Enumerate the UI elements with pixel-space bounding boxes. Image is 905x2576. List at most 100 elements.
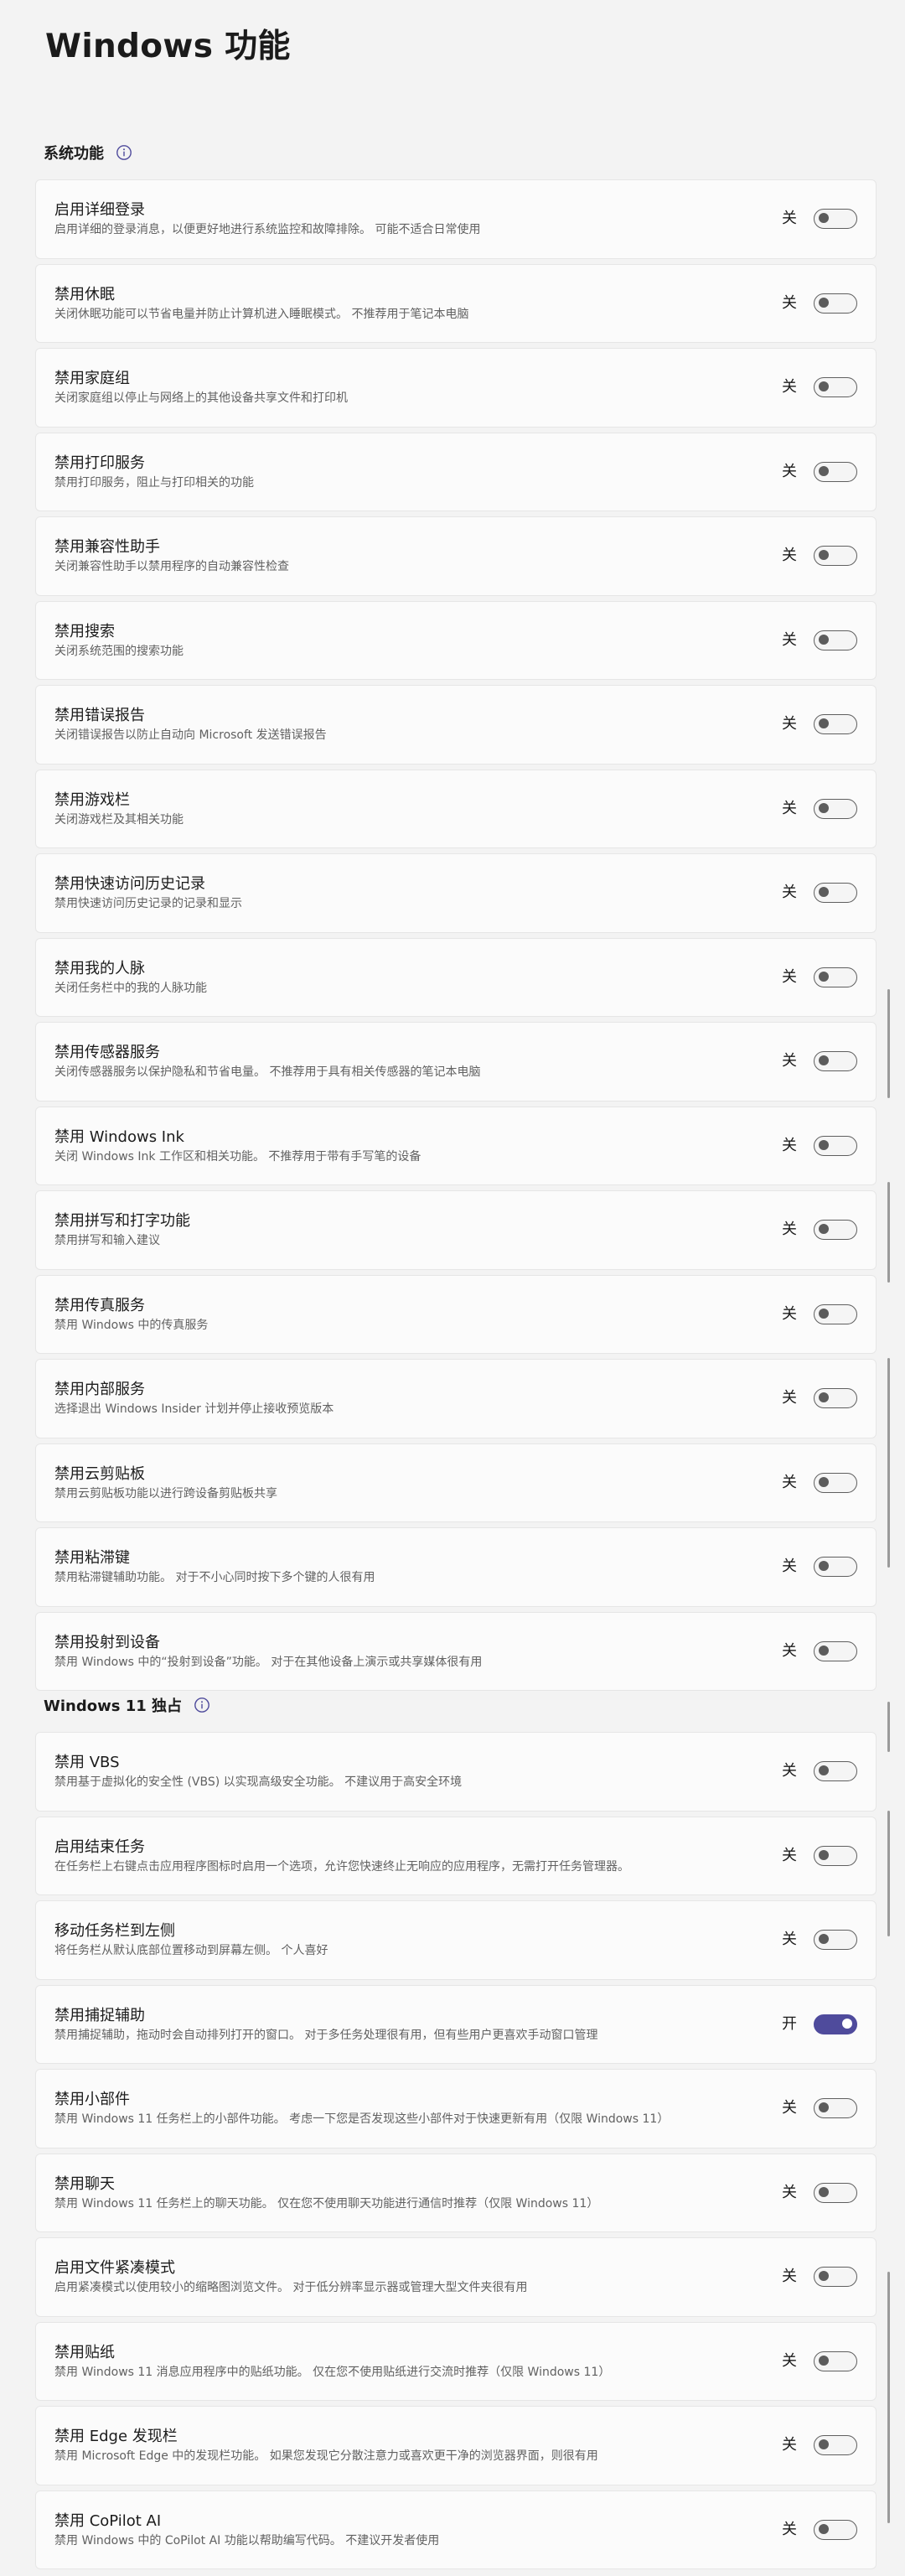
feature-description: 禁用 Microsoft Edge 中的发现栏功能。 如果您发现它分散注意力或喜… bbox=[54, 2449, 598, 2463]
feature-toggle-switch[interactable] bbox=[814, 293, 857, 314]
feature-title: 启用文件紧凑模式 bbox=[54, 2259, 175, 2277]
toggle-state-label: 关 bbox=[782, 1762, 797, 1780]
feature-description: 选择退出 Windows Insider 计划并停止接收预览版本 bbox=[54, 1402, 334, 1416]
toggle-state-label: 关 bbox=[782, 1052, 797, 1070]
feature-title: 禁用贴纸 bbox=[54, 2343, 115, 2361]
feature-title: 启用详细登录 bbox=[54, 201, 145, 219]
feature-list: 禁用 VBS 禁用基于虚拟化的安全性 (VBS) 以实现高级安全功能。 不建议用于… bbox=[35, 1732, 877, 2569]
toggle-state-label: 开 bbox=[782, 2014, 797, 2033]
toggle-state-label: 关 bbox=[782, 1136, 797, 1154]
feature-title: 禁用投射到设备 bbox=[54, 1633, 160, 1651]
feature-card: 启用文件紧凑模式 启用紧凑模式以使用较小的缩略图浏览文件。 对于低分辨率显示器或管… bbox=[35, 2237, 877, 2317]
feature-toggle-switch[interactable] bbox=[814, 1051, 857, 1071]
toggle-knob bbox=[819, 1476, 829, 1487]
toggle-knob bbox=[819, 297, 829, 308]
toggle-state-label: 关 bbox=[782, 799, 797, 817]
feature-description: 关闭兼容性助手以禁用程序的自动兼容性检查 bbox=[54, 560, 289, 573]
page-title: Windows 功能 bbox=[45, 28, 291, 65]
feature-description: 关闭传感器服务以保护隐私和节省电量。 不推荐用于具有相关传感器的笔记本电脑 bbox=[54, 1065, 481, 1079]
feature-description: 禁用基于虚拟化的安全性 (VBS) 以实现高级安全功能。 不建议用于高安全环境 bbox=[54, 1775, 463, 1789]
feature-toggle-switch[interactable] bbox=[814, 630, 857, 650]
toggle-state-label: 关 bbox=[782, 2099, 797, 2117]
feature-title: 禁用 Edge 发现栏 bbox=[54, 2428, 178, 2445]
feature-card: 启用详细登录 启用详细的登录消息，以便更好地进行系统监控和故障排除。 可能不适合日… bbox=[35, 179, 877, 259]
feature-description: 禁用 Windows 11 任务栏上的聊天功能。 仅在您不使用聊天功能进行通信时… bbox=[54, 2196, 599, 2211]
feature-toggle-switch[interactable] bbox=[814, 1930, 857, 1950]
toggle-state-label: 关 bbox=[782, 210, 797, 227]
feature-toggle-switch[interactable] bbox=[814, 209, 857, 229]
feature-title: 启用结束任务 bbox=[54, 1837, 145, 1856]
toggle-knob bbox=[819, 2271, 829, 2282]
feature-card: 禁用拼写和打字功能 禁用拼写和输入建议 关 bbox=[35, 1190, 877, 1270]
feature-title: 禁用打印服务 bbox=[54, 454, 145, 472]
toggle-knob bbox=[819, 2355, 829, 2366]
feature-toggle-switch[interactable] bbox=[814, 2014, 857, 2034]
feature-description: 禁用云剪贴板功能以进行跨设备剪贴板共享 bbox=[54, 1486, 277, 1501]
feature-toggle-switch[interactable] bbox=[814, 2435, 857, 2455]
toggle-knob bbox=[819, 1308, 829, 1319]
feature-toggle-switch[interactable] bbox=[814, 1640, 857, 1661]
feature-toggle-switch[interactable] bbox=[814, 2519, 857, 2540]
feature-title: 禁用错误报告 bbox=[54, 707, 145, 724]
feature-toggle-switch[interactable] bbox=[814, 1304, 857, 1324]
feature-description: 禁用 Windows 中的“投射到设备”功能。 对于在其他设备上演示或共享媒体很… bbox=[54, 1655, 483, 1669]
feature-description: 关闭家庭组以停止与网络上的其他设备共享文件和打印机 bbox=[54, 391, 348, 405]
feature-title: 禁用 Windows Ink bbox=[54, 1127, 184, 1146]
feature-toggle-switch[interactable] bbox=[814, 883, 857, 903]
feature-toggle-switch[interactable] bbox=[814, 1845, 857, 1866]
toggle-knob bbox=[819, 1934, 829, 1945]
feature-title: 禁用云剪贴板 bbox=[54, 1464, 145, 1483]
feature-card: 禁用投射到设备禁用 Windows 中的“投射到设备”功能。 对于在其他设备上演… bbox=[35, 1611, 877, 1691]
feature-description: 关闭 Windows Ink 工作区和相关功能。 不推荐用于带有手写笔的设备 bbox=[54, 1149, 421, 1164]
feature-title: 禁用家庭组 bbox=[54, 370, 130, 387]
feature-toggle-switch[interactable] bbox=[814, 2267, 857, 2287]
toggle-knob bbox=[819, 1645, 829, 1656]
feature-toggle-switch[interactable] bbox=[814, 798, 857, 819]
toggle-knob bbox=[819, 465, 829, 476]
feature-toggle-switch[interactable] bbox=[814, 2182, 857, 2203]
feature-title: 禁用搜索 bbox=[54, 622, 115, 640]
feature-toggle-switch[interactable] bbox=[814, 967, 857, 987]
section-windows11-exclusive: Windows 11 独占 禁用 VBS 禁用基于虚拟化的安全性 (VBS) 以实… bbox=[35, 1688, 877, 2569]
scrollbar-segment bbox=[887, 1182, 890, 1283]
toggle-state-label: 关 bbox=[782, 2520, 797, 2538]
toggle-state-label: 关 bbox=[782, 1221, 797, 1238]
feature-toggle-switch[interactable] bbox=[814, 461, 857, 482]
section-title: Windows 11 独占 bbox=[44, 1697, 183, 1715]
feature-description: 禁用粘滞键辅助功能。 对于不小心同时按下多个键的人很有用 bbox=[54, 1571, 375, 1584]
scrollbar[interactable] bbox=[887, 972, 892, 2565]
toggle-state-label: 关 bbox=[782, 1304, 797, 1323]
feature-toggle-switch[interactable] bbox=[814, 1557, 857, 1577]
feature-toggle-switch[interactable] bbox=[814, 2098, 857, 2118]
section-title: 系统功能 bbox=[44, 145, 104, 163]
feature-toggle-switch[interactable] bbox=[814, 546, 857, 566]
feature-toggle-switch[interactable] bbox=[814, 1220, 857, 1240]
feature-title: 禁用粘滞键 bbox=[54, 1549, 130, 1567]
toggle-knob bbox=[819, 971, 829, 982]
info-icon[interactable] bbox=[116, 144, 132, 161]
feature-toggle-switch[interactable] bbox=[814, 1388, 857, 1408]
feature-card: 禁用聊天禁用 Windows 11 任务栏上的聊天功能。 仅在您不使用聊天功能进… bbox=[35, 2153, 877, 2232]
feature-card: 禁用内部服务 选择退出 Windows Insider 计划并停止接收预览版本 关 bbox=[35, 1359, 877, 1438]
section-system-features: 系统功能 启用详细登录 启用详细的登录消息，以便更好地进行系统监控和故障排除。 可… bbox=[35, 136, 877, 1691]
info-icon[interactable] bbox=[194, 1697, 210, 1713]
section-header: 系统功能 bbox=[35, 136, 877, 169]
toggle-knob bbox=[819, 1561, 829, 1572]
feature-toggle-switch[interactable] bbox=[814, 2351, 857, 2371]
feature-card: 禁用云剪贴板 禁用云剪贴板功能以进行跨设备剪贴板共享 关 bbox=[35, 1443, 877, 1522]
feature-title: 禁用聊天 bbox=[54, 2174, 115, 2193]
toggle-knob bbox=[819, 1224, 829, 1235]
feature-title: 禁用内部服务 bbox=[54, 1381, 145, 1398]
feature-card: 禁用小部件 禁用 Windows 11 任务栏上的小部件功能。 考虑一下您是否发现… bbox=[35, 2069, 877, 2148]
scrollbar-segment bbox=[887, 1358, 890, 1568]
feature-list: 启用详细登录 启用详细的登录消息，以便更好地进行系统监控和故障排除。 可能不适合日… bbox=[35, 179, 877, 1691]
feature-toggle-switch[interactable] bbox=[814, 714, 857, 734]
feature-toggle-switch[interactable] bbox=[814, 377, 857, 397]
feature-toggle-switch[interactable] bbox=[814, 1761, 857, 1781]
feature-toggle-switch[interactable] bbox=[814, 1472, 857, 1493]
feature-title: 禁用游戏栏 bbox=[54, 790, 130, 809]
feature-title: 禁用我的人脉 bbox=[54, 959, 145, 977]
toggle-state-label: 关 bbox=[782, 630, 797, 649]
toggle-knob bbox=[819, 802, 829, 813]
feature-toggle-switch[interactable] bbox=[814, 1135, 857, 1156]
